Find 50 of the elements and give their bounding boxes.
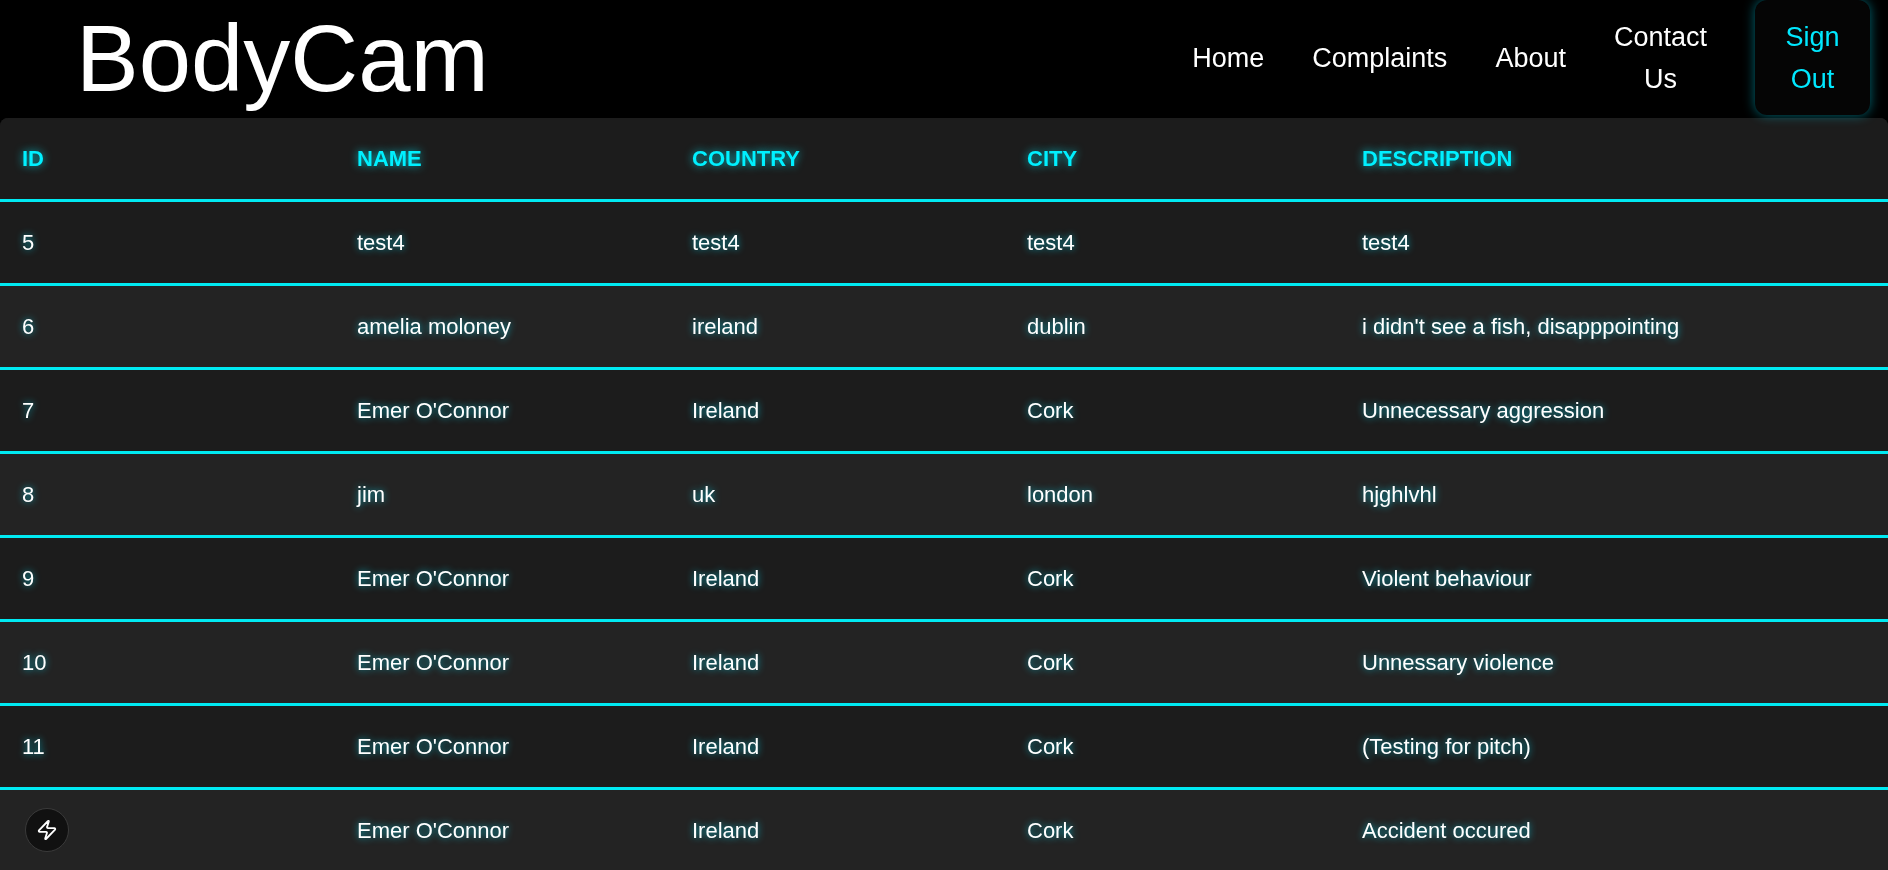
table-cell: Violent behaviour	[1362, 566, 1532, 591]
table-cell: Emer O'Connor	[357, 398, 510, 423]
nav-link[interactable]: Complaints	[1312, 36, 1448, 79]
column-header: ID	[22, 146, 44, 171]
table-cell: Ireland	[692, 650, 760, 675]
table-cell: 11	[22, 734, 45, 759]
column-header: COUNTRY	[692, 146, 800, 171]
table-cell: test4	[692, 230, 740, 255]
table-cell: dublin	[1027, 314, 1086, 339]
sign-out-button[interactable]: Sign Out	[1755, 0, 1870, 115]
column-header: DESCRIPTION	[1362, 146, 1513, 171]
table-cell: 9	[22, 566, 35, 591]
table-cell: test4	[1027, 230, 1075, 255]
table-cell: Ireland	[692, 398, 760, 423]
table-cell: 5	[22, 230, 35, 255]
table-cell: Cork	[1027, 566, 1074, 591]
table-cell: 6	[22, 314, 35, 339]
table-cell: test4	[1362, 230, 1410, 255]
table-cell: Cork	[1027, 398, 1074, 423]
table-cell: Emer O'Connor	[357, 734, 510, 759]
table-cell: 10	[22, 650, 47, 675]
nav-link[interactable]: About	[1495, 36, 1566, 79]
table-cell: Emer O'Connor	[357, 818, 510, 843]
table-cell: uk	[692, 482, 716, 507]
table-cell: Emer O'Connor	[357, 566, 510, 591]
table-cell: Ireland	[692, 734, 760, 759]
table-cell: 8	[22, 482, 35, 507]
nav-link[interactable]: Contact Us	[1613, 15, 1707, 100]
table-cell: Emer O'Connor	[357, 650, 510, 675]
column-header: NAME	[357, 146, 422, 171]
table-cell: hjghlvhl	[1362, 482, 1437, 507]
table-cell: london	[1027, 482, 1094, 507]
table-cell: Unnecessary aggression	[1362, 398, 1605, 423]
table-cell: ireland	[692, 314, 759, 339]
table-cell: Ireland	[692, 818, 760, 843]
table-cell: Cork	[1027, 818, 1074, 843]
lightning-icon	[36, 819, 58, 841]
table-cell: Unnessary violence	[1362, 650, 1554, 675]
table-cell: Cork	[1027, 650, 1074, 675]
table-cell: (Testing for pitch)	[1362, 734, 1531, 759]
table-cell: jim	[357, 482, 386, 507]
table-cell: amelia moloney	[357, 314, 512, 339]
table-cell: test4	[357, 230, 405, 255]
nav-link[interactable]: Home	[1192, 36, 1265, 79]
table-cell: Ireland	[692, 566, 760, 591]
table-cell: Accident occured	[1362, 818, 1531, 843]
table-cell: Cork	[1027, 734, 1074, 759]
column-header: CITY	[1027, 146, 1078, 171]
table-cell: 7	[22, 398, 35, 423]
table-cell: i didn't see a fish, disapppointing	[1362, 314, 1680, 339]
